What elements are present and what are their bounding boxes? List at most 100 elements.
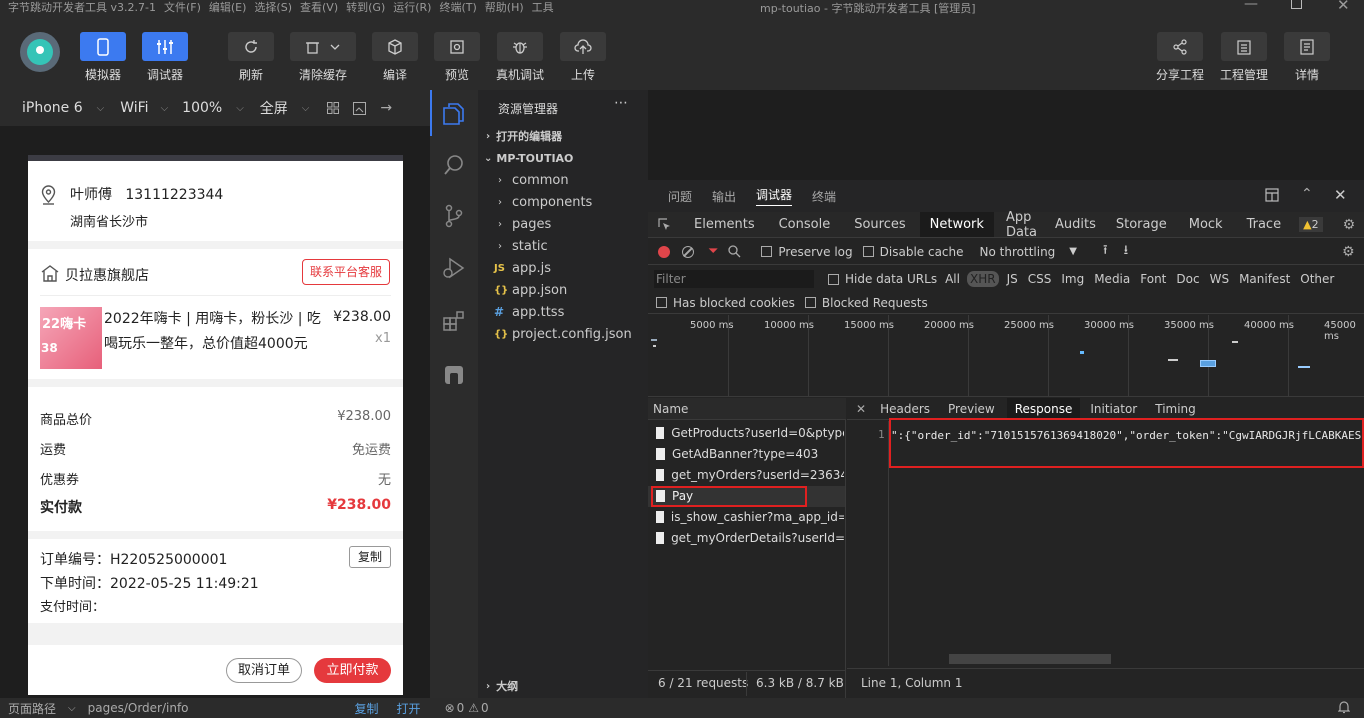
tab-sources[interactable]: Sources [854,217,905,232]
type-filter-all[interactable]: All [945,272,960,286]
chevron-down-icon[interactable]: ⌵ [161,103,169,114]
preserve-log-checkbox[interactable] [761,246,773,257]
tree-item-app-json[interactable]: {} app.json [494,279,567,301]
menu-edit[interactable]: 编辑(E) [209,0,247,14]
type-filter-ws[interactable]: WS [1210,272,1229,286]
tab-mock[interactable]: Mock [1189,217,1223,232]
blocked-requests-checkbox[interactable] [804,297,816,308]
pay-now-button[interactable]: 立即付款 [314,658,391,683]
chevron-down-icon[interactable]: ⌵ [68,703,76,714]
network-select[interactable]: WiFi [120,100,148,116]
warning-icon[interactable]: ⚠ [468,701,479,715]
import-har-icon[interactable]: ⭱ [1103,241,1108,263]
panel-tab-debugger[interactable]: 调试器 [756,186,793,206]
menu-goto[interactable]: 转到(G) [346,0,385,14]
menu-run[interactable]: 运行(R) [393,0,431,14]
type-filter-other[interactable]: Other [1300,272,1334,286]
simulator-button[interactable]: 模拟器 [80,32,126,83]
type-filter-media[interactable]: Media [1094,272,1130,286]
project-section[interactable]: ⌄ MP-TOUTIAO [484,147,573,169]
screenshot-icon[interactable] [353,101,367,115]
detail-tab-timing[interactable]: Timing [1155,402,1196,416]
filter-input[interactable]: Filter [654,270,814,288]
cancel-order-button[interactable]: 取消订单 [226,658,302,683]
request-row[interactable]: GetProducts?userId=0&ptype... [656,424,844,442]
share-project-button[interactable]: 分享工程 [1156,32,1204,83]
compile-button[interactable]: 编译 [372,32,418,83]
details-button[interactable]: 详情 [1284,32,1330,83]
panel-tab-terminal[interactable]: 终端 [812,188,836,205]
display-mode-select[interactable]: 全屏 [260,98,288,118]
device-select[interactable]: iPhone 6 [22,100,83,116]
maximize-icon[interactable] [1291,0,1302,9]
type-filter-manifest[interactable]: Manifest [1239,272,1290,286]
close-window-icon[interactable]: ✕ [1337,0,1350,14]
contact-support-button[interactable]: 联系平台客服 [302,259,390,285]
search-icon[interactable] [728,245,741,258]
detail-tab-initiator[interactable]: Initiator [1090,402,1137,416]
tree-item-app-ttss[interactable]: # app.ttss [494,301,564,323]
request-row[interactable]: GetAdBanner?type=403 [656,445,844,463]
notification-bell-icon[interactable] [1338,700,1350,714]
menu-select[interactable]: 选择(S) [254,0,292,14]
type-filter-js[interactable]: JS [1007,272,1018,286]
project-manage-button[interactable]: 工程管理 [1220,32,1268,83]
open-path-link[interactable]: 打开 [397,700,421,717]
storage-icon[interactable] [445,366,463,384]
hide-data-urls-checkbox[interactable] [828,273,839,285]
export-har-icon[interactable]: ⭳ [1124,241,1129,263]
menu-view[interactable]: 查看(V) [300,0,338,14]
tab-network[interactable]: Network [919,212,994,237]
panel-tab-problems[interactable]: 问题 [668,188,692,205]
throttling-select[interactable]: No throttling [980,245,1056,259]
device-debug-button[interactable]: 真机调试 [496,32,544,83]
detail-tab-headers[interactable]: Headers [880,402,930,416]
extensions-icon[interactable] [442,310,466,334]
type-filter-xhr[interactable]: XHR [966,271,999,287]
record-icon[interactable] [658,245,670,258]
type-filter-font[interactable]: Font [1140,272,1166,286]
timeline-overview[interactable]: 5000 ms 10000 ms 15000 ms 20000 ms 25000… [648,315,1364,397]
tree-item-pages[interactable]: › pages [498,213,551,235]
files-icon[interactable] [442,102,464,126]
minimize-icon[interactable]: — [1244,0,1258,12]
close-detail-icon[interactable]: ✕ [856,402,866,416]
request-row[interactable]: get_myOrders?userId=23634... [656,466,844,484]
upload-button[interactable]: 上传 [560,32,606,83]
menu-tools[interactable]: 工具 [532,0,554,14]
outline-section[interactable]: › 大纲 [486,675,518,697]
detail-tab-response[interactable]: Response [1006,397,1081,420]
name-column-header[interactable]: Name [653,402,688,416]
settings-gear-icon[interactable]: ⚙ [1343,217,1356,233]
clear-icon[interactable] [682,245,694,258]
close-panel-icon[interactable]: ✕ [1334,186,1347,204]
run-debug-icon[interactable] [442,256,466,280]
blocked-cookies-checkbox[interactable] [656,297,667,308]
copy-path-link[interactable]: 复制 [355,700,379,717]
chevron-down-icon[interactable]: ⌵ [236,103,244,114]
tab-trace[interactable]: Trace [1247,217,1282,232]
menu-help[interactable]: 帮助(H) [485,0,524,14]
tree-item-components[interactable]: › components [498,191,592,213]
inspect-icon[interactable] [658,217,672,232]
type-filter-css[interactable]: CSS [1028,272,1052,286]
tab-storage[interactable]: Storage [1116,217,1167,232]
refresh-button[interactable]: 刷新 [228,32,274,83]
more-actions-icon[interactable]: ⋯ [614,95,628,111]
caret-down-icon[interactable]: ▼ [1069,246,1077,257]
open-editors-section[interactable]: › 打开的编辑器 [486,125,562,147]
chevron-up-icon[interactable]: ⌃ [1301,186,1313,202]
zoom-select[interactable]: 100% [182,100,222,116]
search-icon[interactable] [443,154,465,176]
preview-button[interactable]: 预览 [434,32,480,83]
chevron-down-icon[interactable]: ⌵ [302,103,310,114]
request-row[interactable]: is_show_cashier?ma_app_id=tt... [656,508,844,526]
disable-cache-checkbox[interactable] [862,246,874,257]
type-filter-doc[interactable]: Doc [1176,272,1199,286]
request-row[interactable]: get_myOrderDetails?userId=2... [656,529,844,547]
tab-console[interactable]: Console [779,217,831,232]
tree-item-project-config[interactable]: {} project.config.json [494,323,632,345]
filter-funnel-icon[interactable]: ⏷ [708,244,718,259]
grid-icon[interactable] [327,102,340,114]
arrow-right-icon[interactable]: → [380,100,392,116]
